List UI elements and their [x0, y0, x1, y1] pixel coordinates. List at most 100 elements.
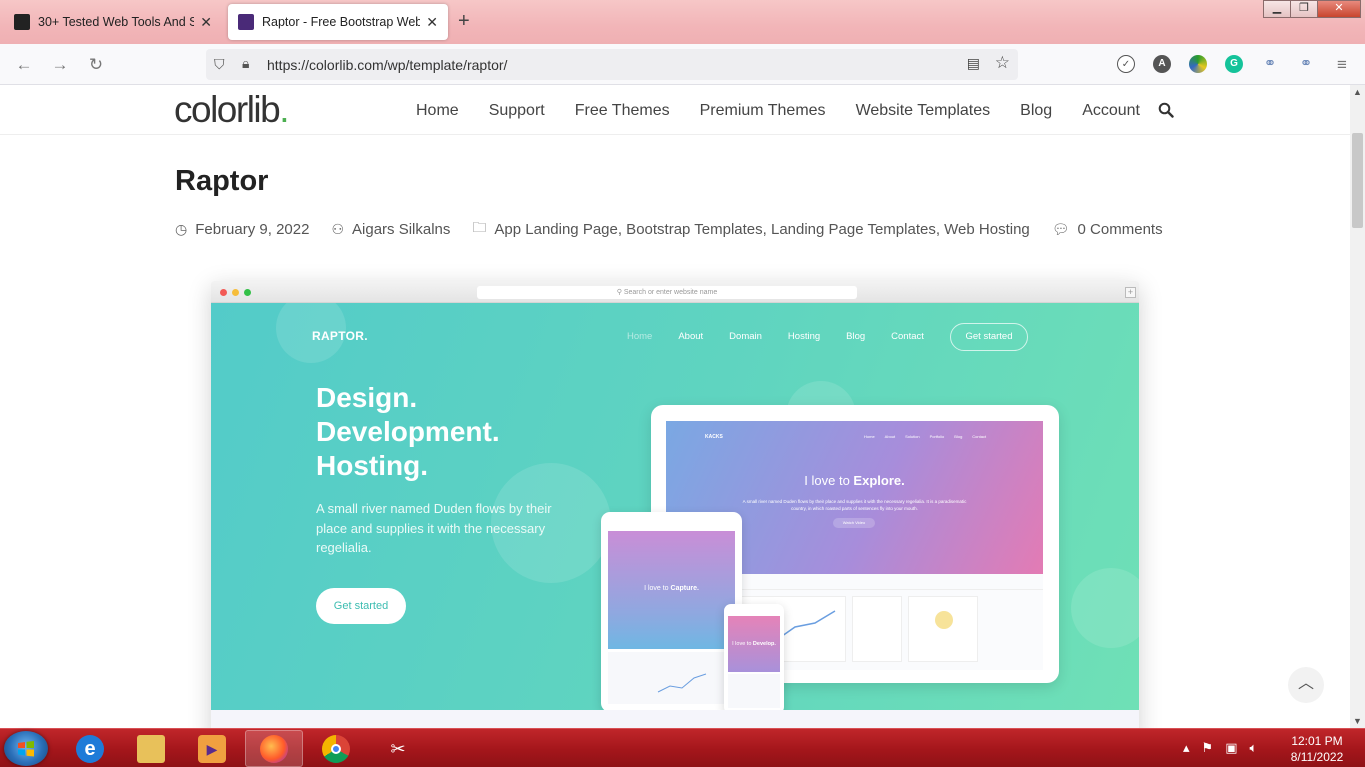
minimize-button[interactable]: ▁ — [1263, 0, 1291, 18]
menu-item-home[interactable]: Home — [416, 102, 459, 120]
laptop-headline-plain: I love to — [804, 473, 854, 488]
preview-nav-cta: Get started — [950, 323, 1028, 351]
tab-close-icon[interactable]: ✕ — [426, 14, 438, 31]
site-header: colorlib. Home Support Free Themes Premi… — [0, 85, 1350, 135]
main-menu: Home Support Free Themes Premium Themes … — [416, 102, 1170, 120]
lock-icon[interactable]: 🔒︎ — [242, 55, 249, 72]
link-icon[interactable]: ⚭ — [1297, 55, 1315, 73]
scroll-up-icon[interactable]: ▲ — [1353, 87, 1362, 97]
post-author[interactable]: Aigars Silkalns — [352, 221, 450, 238]
network-icon[interactable]: ▣ — [1225, 740, 1237, 756]
taskbar-snipping-tool[interactable]: ✂ — [369, 730, 427, 767]
menu-item-blog[interactable]: Blog — [1020, 102, 1052, 120]
menu-hamburger-icon[interactable]: ≡ — [1330, 53, 1354, 77]
taskbar-chrome[interactable] — [307, 730, 365, 767]
browser-tab-active[interactable]: Raptor - Free Bootstrap Webs H ✕ — [228, 4, 448, 40]
address-bar[interactable]: ⛉ 🔒︎ https://colorlib.com/wp/template/ra… — [206, 49, 1018, 80]
post-date[interactable]: February 9, 2022 — [195, 221, 309, 238]
folder-icon — [137, 734, 165, 763]
windows-logo-icon — [18, 741, 34, 757]
browser-toolbar: ← → ↻ ⛉ 🔒︎ https://colorlib.com/wp/templ… — [0, 44, 1365, 85]
clock-icon: ◷ — [175, 220, 188, 237]
logo-dot: . — [279, 89, 289, 130]
menu-item-website-templates[interactable]: Website Templates — [856, 102, 991, 120]
menu-item-account[interactable]: Account — [1082, 102, 1140, 120]
search-icon[interactable] — [1158, 102, 1174, 118]
headline-line: Hosting. — [316, 450, 428, 481]
preview-address-text: Search or enter website name — [623, 289, 718, 296]
preview-nav-item: Contact — [891, 331, 924, 342]
window-close-button[interactable]: ✕ — [1317, 0, 1361, 18]
user-icon: ⚇ — [331, 220, 345, 237]
dashboard-badge-icon — [935, 611, 953, 629]
taskbar-ie[interactable]: e — [61, 730, 119, 767]
volume-icon[interactable]: 🔈︎ — [1249, 740, 1257, 756]
folder-icon: 🗀︎ — [472, 219, 487, 235]
preview-headline: Design. Development. Hosting. — [316, 381, 500, 483]
web-page: colorlib. Home Support Free Themes Premi… — [0, 85, 1350, 728]
laptop-nav-item: About — [884, 434, 896, 439]
start-button[interactable] — [4, 731, 48, 766]
shield-icon[interactable]: ⛉ — [214, 56, 230, 73]
action-center-flag-icon[interactable]: ⚑ — [1202, 740, 1214, 756]
page-scrollbar[interactable]: ▲ ▼ — [1350, 85, 1365, 728]
menu-item-premium-themes[interactable]: Premium Themes — [700, 102, 826, 120]
window-controls: ▁ ❐ ✕ — [1263, 0, 1361, 18]
phone-headline: I love to Develop. — [728, 641, 780, 647]
tablet-headline: I love to Capture. — [608, 585, 735, 592]
tablet-headline-bold: Capture. — [670, 585, 699, 592]
post-categories[interactable]: App Landing Page, Bootstrap Templates, L… — [494, 221, 1029, 238]
menu-item-free-themes[interactable]: Free Themes — [575, 102, 670, 120]
dashboard-card — [852, 596, 902, 662]
grammarly-icon[interactable]: G — [1225, 55, 1243, 73]
tablet-screen: I love to Capture. — [608, 531, 735, 649]
url-text[interactable]: https://colorlib.com/wp/template/raptor/ — [267, 57, 507, 73]
browser-tab[interactable]: 30+ Tested Web Tools And Servi ✕ — [4, 4, 222, 40]
laptop-nav-item: Solution — [905, 434, 920, 439]
clock-date: 8/11/2022 — [1290, 750, 1344, 764]
pocket-icon[interactable]: ✓ — [1117, 55, 1135, 73]
laptop-brand: KACKS — [705, 434, 723, 440]
link-icon[interactable]: ⚭ — [1261, 55, 1279, 73]
system-tray: ▴ ⚑ ▣ 🔈︎ — [1183, 740, 1269, 756]
colorlib-logo[interactable]: colorlib. — [174, 89, 289, 131]
preview-plus-icon: + — [1125, 287, 1136, 298]
laptop-paragraph: A small river named Duden flows by their… — [742, 499, 967, 511]
menu-item-support[interactable]: Support — [489, 102, 545, 120]
post-meta: ◷ February 9, 2022 ⚇ Aigars Silkalns 🗀︎ … — [175, 217, 1163, 241]
post-comments[interactable]: 0 Comments — [1078, 221, 1163, 238]
taskbar-clock[interactable]: 12:01 PM 8/11/2022 — [1282, 733, 1352, 765]
back-arrow-icon[interactable]: ← — [12, 53, 36, 77]
reload-icon[interactable]: ↻ — [84, 53, 108, 77]
maximize-button[interactable]: ❐ — [1290, 0, 1318, 18]
new-tab-button[interactable]: + — [458, 10, 470, 32]
dashboard-card — [908, 596, 978, 662]
laptop-button: Watch Video — [833, 518, 875, 528]
preview-hero: RAPTOR. Home About Domain Hosting Blog C… — [211, 303, 1139, 710]
phone-headline-plain: I love to — [732, 641, 753, 647]
back-to-top-button[interactable]: ︿ — [1288, 667, 1324, 703]
taskbar-media-player[interactable]: ▶ — [183, 730, 241, 767]
phone-headline-bold: Develop. — [752, 641, 776, 647]
forward-arrow-icon[interactable]: → — [48, 53, 72, 77]
template-preview-image[interactable]: ⚲ Search or enter website name + RAPTOR.… — [211, 281, 1139, 728]
laptop-headline: I love to Explore. — [666, 473, 1043, 488]
scrollbar-thumb[interactable] — [1352, 133, 1363, 228]
account-icon[interactable]: A — [1153, 55, 1171, 73]
bookmark-star-icon[interactable]: ☆ — [995, 53, 1010, 73]
tray-expand-icon[interactable]: ▴ — [1183, 740, 1190, 756]
post-title: Raptor — [175, 165, 269, 197]
laptop-nav: Home About Solution Portfolio Blog Conta… — [864, 434, 996, 439]
headline-line: Development. — [316, 416, 500, 447]
scroll-down-icon[interactable]: ▼ — [1353, 716, 1362, 726]
preview-close-dot — [220, 289, 227, 296]
taskbar-firefox[interactable] — [245, 730, 303, 767]
extension-icon[interactable] — [1189, 55, 1207, 73]
logo-text: colorlib — [174, 89, 281, 130]
tab-close-icon[interactable]: ✕ — [200, 14, 212, 31]
preview-nav-item: About — [678, 331, 704, 342]
phone-dashboard — [728, 674, 780, 708]
reader-view-icon[interactable]: ▤ — [967, 55, 980, 72]
preview-nav-item: Home — [627, 331, 653, 342]
taskbar-explorer[interactable] — [122, 730, 180, 767]
